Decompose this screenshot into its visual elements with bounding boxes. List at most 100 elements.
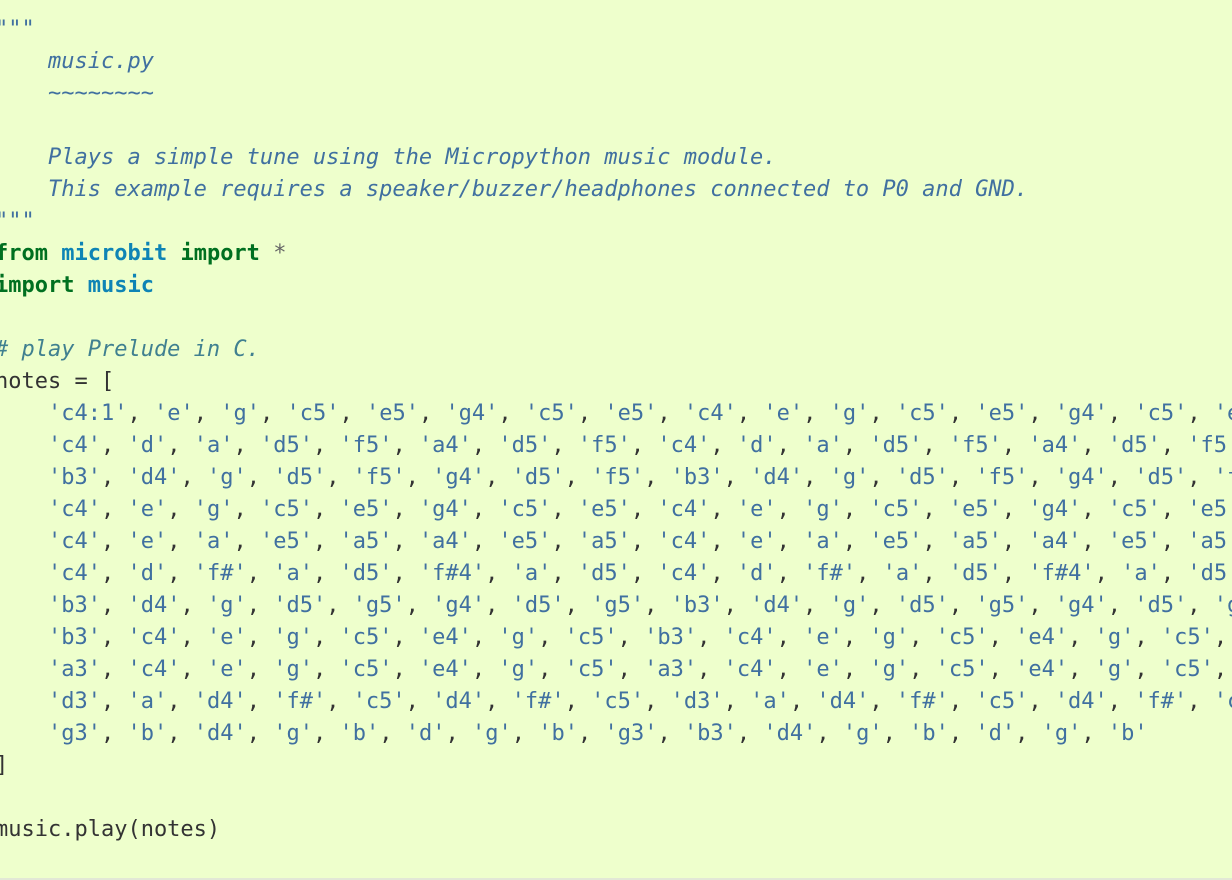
separator: , [471, 657, 499, 682]
separator: , [869, 689, 896, 714]
note-string: 'd4' [127, 593, 181, 618]
note-string: 'd4' [193, 721, 247, 746]
separator: , [1028, 593, 1055, 618]
note-string: 'd5' [895, 465, 949, 490]
separator: , [736, 721, 764, 746]
note-string: 'c4' [47, 497, 101, 522]
note-string: 'd5' [895, 593, 949, 618]
separator: , [723, 593, 751, 618]
note-string: 'g' [829, 401, 870, 426]
note-string: 'd5' [1134, 593, 1188, 618]
separator: , [1028, 689, 1055, 714]
separator: , [246, 465, 274, 490]
note-string: 'd' [127, 433, 168, 458]
note-string: 'e4' [418, 625, 472, 650]
note-string: 'c4' [657, 497, 711, 522]
separator: , [259, 401, 287, 426]
separator: , [1213, 657, 1228, 682]
separator: , [1068, 657, 1095, 682]
separator [0, 721, 48, 746]
note-string: 'a5' [339, 529, 393, 554]
note-string: 'a' [803, 529, 843, 554]
separator: , [630, 433, 658, 458]
separator: , [842, 433, 870, 458]
separator: , [988, 625, 1016, 650]
separator: , [551, 433, 578, 458]
notes-row: 'g3', 'b', 'd4', 'g', 'b', 'd', 'g', 'b'… [0, 718, 1232, 750]
separator: , [644, 689, 671, 714]
import-line-microbit: from microbit import * [0, 238, 1232, 270]
separator: , [511, 721, 539, 746]
separator: , [167, 721, 194, 746]
separator: , [1068, 625, 1095, 650]
note-string: 'c5' [498, 497, 552, 522]
note-string: 'a' [193, 529, 234, 554]
note-string: 'g4' [432, 465, 486, 490]
docstring-line: """ [0, 17, 35, 42]
separator: , [697, 657, 724, 682]
note-string: 'f#4' [418, 561, 486, 586]
note-string: 'g4' [432, 593, 486, 618]
separator: , [856, 561, 883, 586]
separator: , [471, 625, 499, 650]
separator: , [1107, 465, 1135, 490]
note-string: 'd5' [511, 465, 565, 490]
separator [0, 529, 48, 554]
separator: , [1081, 721, 1108, 746]
separator: , [869, 593, 896, 618]
note-string: 'e' [206, 625, 247, 650]
note-string: 'c4' [723, 625, 777, 650]
note-string: 'a5' [948, 529, 1002, 554]
separator: , [909, 657, 936, 682]
docstring-line: ~~~~~~~~ [0, 81, 154, 106]
separator: , [1001, 497, 1029, 522]
note-string: 'c5' [1213, 689, 1232, 714]
note-string: 'f5' [339, 433, 393, 458]
note-string: 'c4' [723, 657, 777, 682]
note-string: 'e' [153, 401, 194, 426]
code-block: """ music.py ~~~~~~~~ Plays a simple tun… [0, 0, 1232, 880]
note-string: 'c5' [935, 657, 989, 682]
separator: , [789, 689, 817, 714]
separator: , [842, 657, 870, 682]
separator: , [577, 721, 605, 746]
note-string: 'a4' [1028, 433, 1082, 458]
note-string: 'g' [1094, 625, 1135, 650]
separator: , [564, 689, 592, 714]
separator: , [842, 625, 870, 650]
notes-row: 'c4', 'd', 'f#', 'a', 'd5', 'f#4', 'a', … [0, 558, 1232, 590]
separator: , [312, 561, 340, 586]
separator: , [498, 401, 525, 426]
note-string: 'f#' [273, 689, 327, 714]
note-string: 'c5' [339, 625, 393, 650]
separator: , [180, 625, 207, 650]
note-string: 'e5' [365, 401, 419, 426]
separator [0, 433, 48, 458]
separator: , [948, 721, 976, 746]
separator: , [644, 593, 671, 618]
separator: , [326, 593, 353, 618]
note-string: 'd4' [750, 593, 804, 618]
note-string: 'b3' [670, 593, 724, 618]
keyword-import: import [0, 273, 75, 298]
separator: , [736, 401, 764, 426]
note-string: 'g' [471, 721, 512, 746]
separator: , [167, 561, 194, 586]
keyword-import: import [180, 241, 260, 266]
separator: , [246, 593, 274, 618]
separator: , [485, 593, 512, 618]
separator: , [630, 497, 658, 522]
note-string: 'g4' [418, 497, 472, 522]
note-string: 'f#4' [1028, 561, 1095, 586]
note-string: 'e5' [1187, 497, 1232, 522]
note-string: 'c4' [47, 529, 101, 554]
separator: , [842, 497, 870, 522]
separator: , [816, 721, 843, 746]
separator: , [657, 401, 684, 426]
note-string: 'b3' [47, 593, 101, 618]
notes-close-bracket: ] [0, 750, 1232, 782]
separator: , [922, 561, 949, 586]
separator: , [1001, 561, 1029, 586]
separator: , [617, 625, 645, 650]
separator: , [100, 561, 128, 586]
